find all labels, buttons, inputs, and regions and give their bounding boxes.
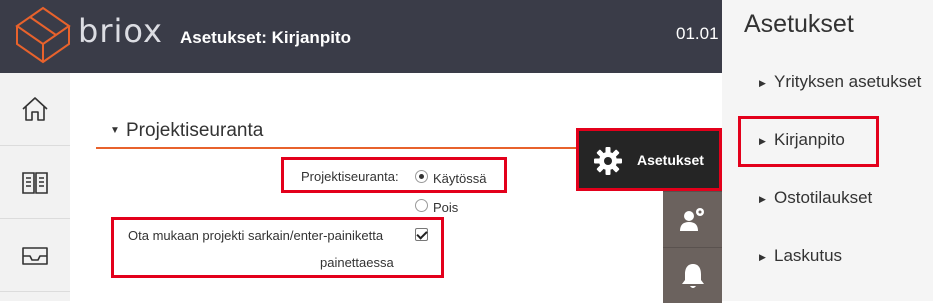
panel-item-company-settings[interactable]: ▶ Yrityksen asetukset: [742, 68, 932, 108]
arrow-right-icon: ▶: [759, 136, 766, 146]
arrow-right-icon: ▶: [759, 78, 766, 88]
radio-enabled-label: Käytössä: [433, 171, 487, 186]
radio-enabled[interactable]: [415, 170, 428, 183]
users-settings-button[interactable]: [663, 191, 722, 247]
left-navigation: [0, 73, 71, 301]
home-icon: [22, 97, 48, 121]
project-tracking-label: Projektiseuranta:: [301, 169, 399, 184]
briox-logo-icon[interactable]: [12, 4, 74, 66]
highlight-include-project: [111, 217, 444, 278]
nav-item-bookkeeping[interactable]: [0, 146, 70, 219]
include-project-checkbox[interactable]: [415, 228, 428, 241]
inbox-icon: [22, 247, 48, 265]
page-title: Asetukset: Kirjanpito: [180, 28, 351, 47]
notifications-button[interactable]: [663, 247, 722, 303]
book-icon: [22, 172, 48, 194]
date-display[interactable]: 01.01: [676, 24, 719, 44]
settings-panel: Asetukset ▶ Yrityksen asetukset ▶ Kirjan…: [722, 0, 933, 301]
collapse-arrow-icon: ▼: [110, 125, 120, 136]
panel-item-purchase-orders[interactable]: ▶ Ostotilaukset: [742, 184, 902, 224]
quick-settings-button[interactable]: Asetukset: [576, 128, 722, 191]
brand-logo-text: briox: [78, 12, 163, 50]
arrow-right-icon: ▶: [759, 194, 766, 204]
panel-item-bookkeeping[interactable]: ▶ Kirjanpito: [742, 126, 872, 166]
nav-item-inbox[interactable]: [0, 219, 70, 292]
quick-settings-label: Asetukset: [637, 152, 704, 168]
settings-panel-title: Asetukset: [744, 10, 854, 38]
include-project-label: Ota mukaan projekti sarkain/enter-painik…: [128, 228, 384, 243]
include-project-label-line2: painettaessa: [320, 255, 394, 270]
panel-item-label: Laskutus: [774, 246, 843, 265]
panel-item-label: Kirjanpito: [774, 130, 845, 149]
nav-item-home[interactable]: [0, 73, 70, 146]
users-settings-icon: [680, 208, 704, 231]
panel-item-label: Ostotilaukset: [774, 188, 873, 207]
radio-disabled-label: Pois: [433, 200, 459, 215]
panel-item-invoicing[interactable]: ▶ Laskutus: [742, 242, 902, 282]
panel-item-label: Yrityksen asetukset: [774, 72, 922, 91]
bell-icon: [682, 264, 704, 288]
gear-icon: [594, 147, 622, 175]
section-title: Projektiseuranta: [126, 120, 264, 141]
radio-disabled[interactable]: [415, 199, 428, 212]
top-bar: briox Asetukset: Kirjanpito 01.01: [0, 0, 722, 73]
arrow-right-icon: ▶: [759, 252, 766, 262]
